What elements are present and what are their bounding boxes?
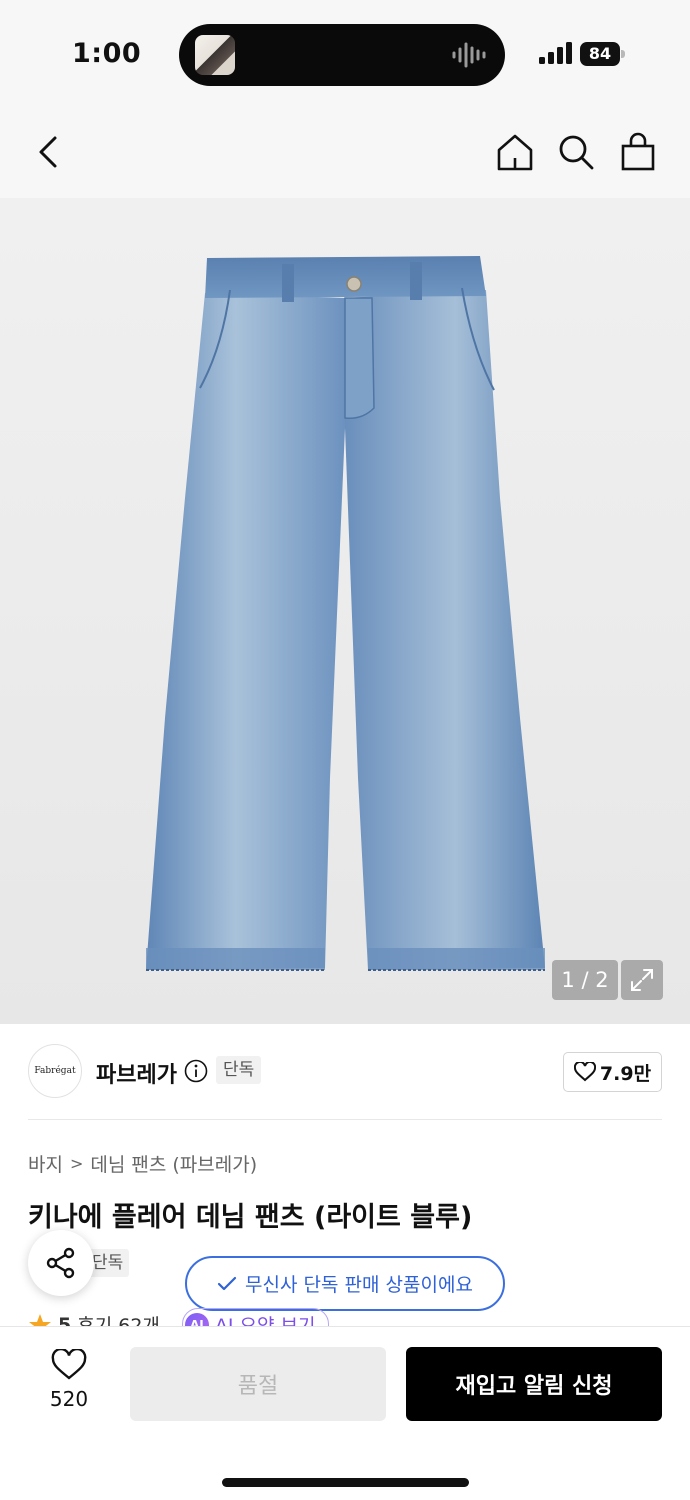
exclusive-toast: 무신사 단독 판매 상품이에요 <box>185 1256 505 1311</box>
top-navigation <box>0 110 690 198</box>
now-playing-thumbnail <box>195 35 235 75</box>
cellular-signal-icon <box>539 42 572 64</box>
ai-summary-label: AI 요약 보기 <box>214 1315 316 1326</box>
wishlist-button[interactable]: 520 <box>30 1349 108 1419</box>
exclusive-badge: 단독 <box>216 1056 262 1084</box>
battery-tip <box>621 50 625 58</box>
heart-icon <box>573 1062 596 1082</box>
brand-name[interactable]: 파브레가 <box>96 1057 177 1089</box>
product-photo-jeans <box>146 256 545 971</box>
status-bar: 1:00 84 <box>0 0 690 110</box>
heart-icon <box>51 1349 87 1380</box>
status-time: 1:00 <box>72 38 142 69</box>
breadcrumb: 바지 > 데님 팬츠 (파브레가) <box>28 1150 257 1177</box>
info-icon[interactable] <box>184 1059 208 1083</box>
product-image-gallery[interactable]: 1 / 2 <box>0 198 690 1024</box>
audio-wave-icon <box>452 42 486 68</box>
dynamic-island[interactable] <box>179 24 505 86</box>
bottom-action-bar: 520 품절 재입고 알림 신청 <box>0 1326 690 1500</box>
product-title: 키나에 플레어 데님 팬츠 (라이트 블루) <box>28 1202 473 1233</box>
soldout-button: 품절 <box>130 1347 386 1421</box>
back-button[interactable] <box>26 130 70 174</box>
restock-alert-button[interactable]: 재입고 알림 신청 <box>406 1347 662 1421</box>
brand-logo-text: Fabrégat <box>34 1066 76 1076</box>
brand-logo[interactable]: Fabrégat <box>28 1044 82 1098</box>
star-icon <box>29 1313 51 1326</box>
search-icon <box>559 135 594 170</box>
home-indicator[interactable] <box>222 1478 469 1487</box>
brand-like-count: 7.9만 <box>599 1062 652 1085</box>
battery-level: 84 <box>580 42 620 66</box>
wishlist-count: 520 <box>49 1387 89 1411</box>
share-button[interactable] <box>28 1230 94 1296</box>
chevron-right-icon: > <box>69 1154 84 1173</box>
home-button[interactable] <box>493 130 537 174</box>
chevron-left-icon <box>39 136 57 168</box>
toast-text: 무신사 단독 판매 상품이에요 <box>245 1274 473 1296</box>
brand-row: Fabrégat 파브레가 단독 7.9만 <box>0 1024 690 1120</box>
share-icon <box>46 1247 75 1279</box>
home-icon <box>497 134 533 171</box>
ai-badge-icon: AI <box>184 1312 209 1326</box>
divider <box>28 1119 662 1120</box>
rating-row: 5 후기 62개 AI AI 요약 보기 <box>28 1304 690 1326</box>
battery-indicator: 84 <box>580 42 626 66</box>
shopping-bag-icon <box>621 132 655 171</box>
breadcrumb-category[interactable]: 바지 <box>28 1150 63 1177</box>
search-button[interactable] <box>554 130 598 174</box>
expand-image-button[interactable] <box>621 960 663 1000</box>
check-icon <box>217 1276 237 1290</box>
cart-button[interactable] <box>616 130 660 174</box>
brand-like-button[interactable]: 7.9만 <box>563 1052 662 1092</box>
image-pager: 1 / 2 <box>552 960 618 1000</box>
ai-summary-button[interactable]: AI AI 요약 보기 <box>181 1308 329 1326</box>
review-count[interactable]: 후기 62개 <box>77 1311 160 1326</box>
breadcrumb-subcategory[interactable]: 데님 팬츠 (파브레가) <box>90 1150 257 1177</box>
rating-score: 5 <box>58 1313 72 1327</box>
expand-icon <box>631 969 653 991</box>
